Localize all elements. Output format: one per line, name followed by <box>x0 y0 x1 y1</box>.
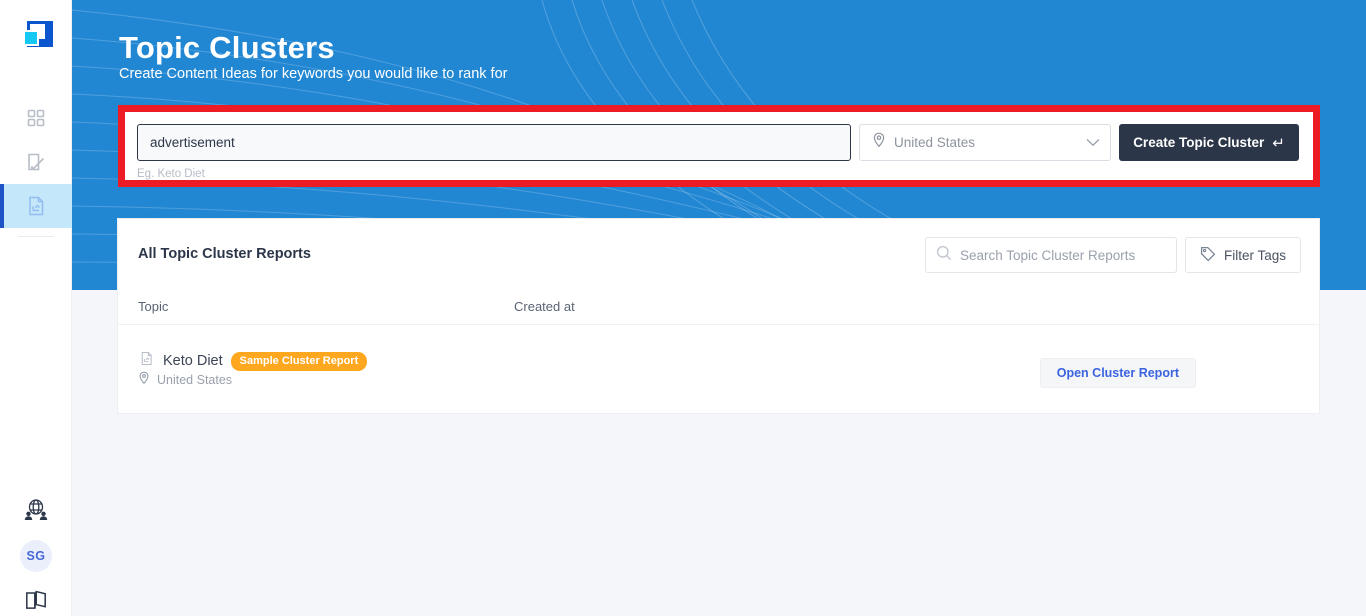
logo-inner-square <box>23 30 39 46</box>
row-location-group: United States <box>138 371 232 388</box>
table-header: Topic Created at <box>118 291 1321 325</box>
edit-document-icon <box>24 150 48 174</box>
country-select[interactable]: United States <box>859 124 1111 161</box>
open-cluster-report-button[interactable]: Open Cluster Report <box>1040 358 1196 388</box>
reports-card-title: All Topic Cluster Reports <box>138 246 311 262</box>
open-book-icon <box>23 587 49 613</box>
status-badge: Sample Cluster Report <box>231 352 368 371</box>
search-icon <box>936 245 952 266</box>
filter-tags-button[interactable]: Filter Tags <box>1185 237 1301 273</box>
row-topic-group: Keto Diet Sample Cluster Report <box>138 350 367 372</box>
app-root: SG <box>0 0 1366 616</box>
report-search-box[interactable] <box>925 237 1177 273</box>
create-topic-cluster-button[interactable]: Create Topic Cluster ↵ <box>1119 124 1299 161</box>
sidebar: SG <box>0 0 72 616</box>
sidebar-item-dashboard[interactable] <box>0 96 72 140</box>
tag-icon <box>1200 246 1216 265</box>
chevron-down-icon <box>1086 134 1100 152</box>
report-search-input[interactable] <box>960 248 1166 263</box>
sidebar-divider <box>18 236 54 237</box>
reports-card-tools: Filter Tags <box>925 237 1301 273</box>
sidebar-item-docs[interactable] <box>0 578 72 616</box>
open-cluster-report-label: Open Cluster Report <box>1057 366 1179 380</box>
grid-icon <box>24 106 48 130</box>
sidebar-item-topic-clusters[interactable] <box>0 184 72 228</box>
country-value: United States <box>894 135 1086 150</box>
sidebar-item-community[interactable] <box>0 488 72 532</box>
page-title: Topic Clusters <box>119 30 335 66</box>
page-subtitle: Create Content Ideas for keywords you wo… <box>119 66 507 82</box>
keyword-input[interactable] <box>137 124 851 161</box>
filter-tags-label: Filter Tags <box>1224 248 1286 263</box>
create-button-label: Create Topic Cluster <box>1133 135 1264 150</box>
location-pin-icon <box>138 371 150 388</box>
keyword-hint: Eg. Keto Diet <box>137 168 205 180</box>
topic-search-row: United States Create Topic Cluster ↵ <box>137 124 1301 161</box>
logo-mark <box>19 16 53 50</box>
globe-people-icon <box>23 497 49 523</box>
reports-card: All Topic Cluster Reports <box>117 218 1320 414</box>
row-location-name: United States <box>157 373 232 387</box>
enter-key-icon: ↵ <box>1272 134 1285 152</box>
row-topic-name: Keto Diet <box>163 353 223 369</box>
logo[interactable] <box>0 16 72 50</box>
table-row[interactable]: Keto Diet Sample Cluster Report United S… <box>118 325 1321 414</box>
avatar[interactable]: SG <box>20 540 52 572</box>
avatar-initials: SG <box>26 549 45 563</box>
location-pin-icon <box>872 132 886 153</box>
sidebar-item-content-editor[interactable] <box>0 140 72 184</box>
report-document-icon <box>24 194 48 218</box>
column-header-created-at: Created at <box>514 299 575 314</box>
report-document-icon <box>138 350 155 372</box>
column-header-topic: Topic <box>138 299 168 314</box>
